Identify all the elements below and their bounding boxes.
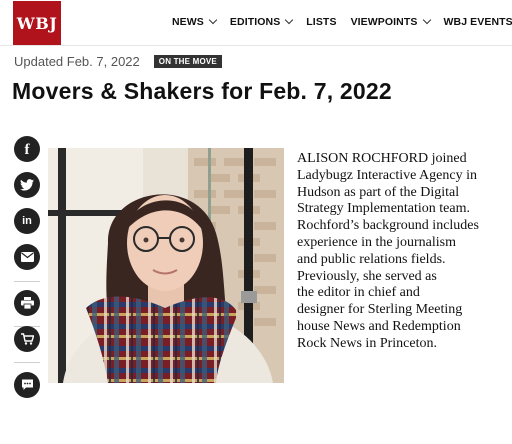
body-line: house News and Redemption <box>297 318 461 334</box>
twitter-share-button[interactable] <box>14 172 40 198</box>
linkedin-icon: in <box>22 215 32 227</box>
body-line: Hudson as part of the Digital <box>297 184 460 200</box>
print-icon <box>20 297 34 309</box>
email-icon <box>20 252 34 262</box>
twitter-icon <box>20 179 34 191</box>
nav-news[interactable]: NEWS <box>172 15 218 28</box>
chevron-down-icon <box>422 15 431 25</box>
facebook-icon: f <box>24 141 30 158</box>
nav-editions[interactable]: EDITIONS <box>229 15 294 28</box>
nav-lists[interactable]: LISTS <box>306 16 336 28</box>
body-line: experience in the journalism <box>297 234 456 250</box>
site-logo[interactable]: WBJ <box>13 1 61 45</box>
nav-viewpoints-label: VIEWPOINTS <box>350 16 418 28</box>
nav-viewpoints[interactable]: VIEWPOINTS <box>350 15 431 28</box>
main-nav: NEWS EDITIONS LISTS VIEWPOINTS WBJ EVENT… <box>172 15 512 28</box>
divider <box>14 281 40 282</box>
nav-editions-label: EDITIONS <box>229 16 281 28</box>
logo-text: WBJ <box>16 13 58 33</box>
comment-icon <box>21 379 33 390</box>
nav-lists-label: LISTS <box>306 16 337 28</box>
linkedin-share-button[interactable]: in <box>14 208 40 234</box>
chevron-down-icon <box>285 15 294 25</box>
body-line: and public relations fields. <box>297 251 446 267</box>
email-share-button[interactable] <box>14 244 40 270</box>
updated-date: Updated Feb. 7, 2022 <box>14 54 140 69</box>
nav-news-label: NEWS <box>172 16 204 28</box>
body-line: designer for Sterling Meeting <box>297 302 463 318</box>
chevron-down-icon <box>208 15 218 25</box>
site-header: WBJ NEWS EDITIONS LISTS VIEWPOINTS WBJ E… <box>0 0 512 46</box>
article-meta: Updated Feb. 7, 2022 ON THE MOVE <box>14 54 222 69</box>
body-line: ALISON ROCHFORD joined <box>297 151 467 166</box>
comment-button[interactable] <box>14 372 40 398</box>
body-line: Rochford’s background includes <box>297 218 479 234</box>
article-body: ALISON ROCHFORD joined Ladybugz Interact… <box>297 151 512 353</box>
nav-wbj-events-label: WBJ EVENTS <box>443 16 512 28</box>
headshot-photo <box>48 148 284 383</box>
cart-button[interactable] <box>14 326 40 352</box>
body-line: Rock News in Princeton. <box>297 335 437 351</box>
category-badge[interactable]: ON THE MOVE <box>153 55 222 68</box>
body-line: Ladybugz Interactive Agency in <box>297 167 477 183</box>
facebook-share-button[interactable]: f <box>14 136 40 162</box>
page-title: Movers & Shakers for Feb. 7, 2022 <box>12 78 392 104</box>
body-line: Previously, she served as <box>297 268 437 284</box>
body-line: the editor in chief and <box>297 285 420 301</box>
print-button[interactable] <box>14 290 40 316</box>
body-line: Strategy Implementation team. <box>297 201 471 217</box>
nav-wbj-events[interactable]: WBJ EVENTS <box>444 16 512 28</box>
cart-icon <box>20 333 34 345</box>
divider <box>14 362 40 363</box>
